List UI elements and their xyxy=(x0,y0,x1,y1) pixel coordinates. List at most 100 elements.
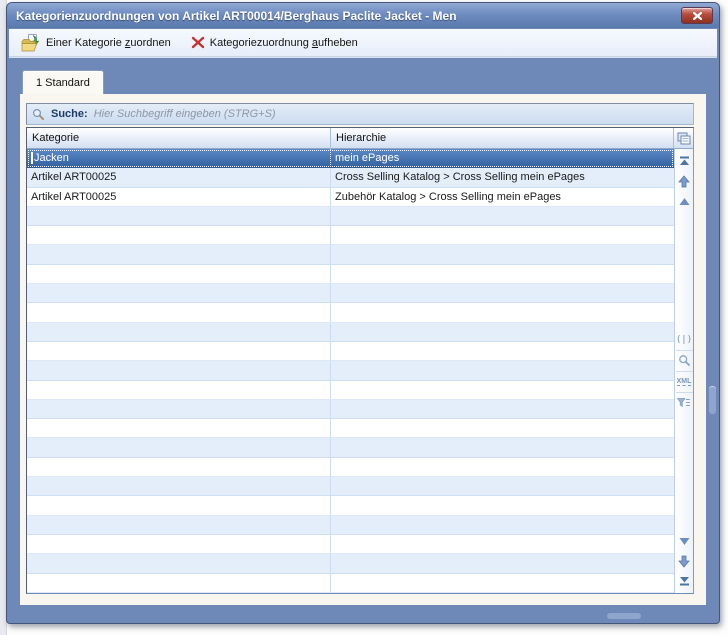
column-header-kategorie[interactable]: Kategorie xyxy=(27,128,331,149)
xml-icon: XML xyxy=(677,378,692,386)
dialog-content: 1 Standard Suche: Hier Suchbegriff einge… xyxy=(7,57,719,623)
hierarchie-cell[interactable] xyxy=(331,458,674,476)
window-bottom-grip[interactable] xyxy=(607,613,641,619)
kategorie-cell[interactable] xyxy=(27,361,331,379)
table-row[interactable] xyxy=(27,438,674,457)
hierarchie-cell[interactable] xyxy=(331,554,674,572)
table-row[interactable] xyxy=(27,535,674,554)
search-placeholder: Hier Suchbegriff eingeben (STRG+S) xyxy=(94,108,276,120)
table-row[interactable] xyxy=(27,361,674,380)
close-button[interactable] xyxy=(681,7,713,24)
table-row[interactable] xyxy=(27,554,674,573)
table-row[interactable] xyxy=(27,516,674,535)
hierarchie-cell[interactable] xyxy=(331,419,674,437)
kategorie-cell[interactable] xyxy=(27,458,331,476)
assign-category-button[interactable]: Einer Kategorie zuordnen xyxy=(17,32,175,54)
kategorie-cell[interactable] xyxy=(27,245,331,263)
table-row[interactable] xyxy=(27,323,674,342)
kategorie-cell[interactable] xyxy=(27,342,331,360)
table-row[interactable] xyxy=(27,245,674,264)
scroll-down-arrow-button[interactable] xyxy=(676,551,693,571)
table-row[interactable] xyxy=(27,477,674,496)
search-bar[interactable]: Suche: Hier Suchbegriff eingeben (STRG+S… xyxy=(26,103,694,125)
hierarchie-cell[interactable] xyxy=(331,477,674,495)
kategorie-cell[interactable]: Jacken xyxy=(27,149,331,167)
column-chooser-button[interactable] xyxy=(674,128,693,149)
table-row[interactable] xyxy=(27,226,674,245)
hierarchie-cell[interactable] xyxy=(331,226,674,244)
search-label: Suche: xyxy=(51,108,88,120)
kategorie-cell[interactable] xyxy=(27,381,331,399)
table-row[interactable] xyxy=(27,419,674,438)
kategorie-cell[interactable] xyxy=(27,323,331,341)
group-indicator-button[interactable]: (|) xyxy=(676,330,693,350)
kategorie-cell[interactable] xyxy=(27,516,331,534)
column-header-hierarchie[interactable]: Hierarchie xyxy=(331,128,674,149)
table-row[interactable]: Jackenmein ePages xyxy=(27,149,674,168)
scroll-down-arrow-icon xyxy=(678,555,690,568)
hierarchie-cell[interactable] xyxy=(331,438,674,456)
remove-x-icon xyxy=(191,36,205,49)
kategorie-cell[interactable] xyxy=(27,226,331,244)
kategorie-cell[interactable] xyxy=(27,207,331,225)
table-row[interactable] xyxy=(27,303,674,322)
kategorie-cell[interactable] xyxy=(27,265,331,283)
xml-button[interactable]: XML xyxy=(676,371,693,392)
kategorie-cell[interactable] xyxy=(27,303,331,321)
hierarchie-cell[interactable] xyxy=(331,535,674,553)
kategorie-cell[interactable] xyxy=(27,400,331,418)
hierarchie-cell[interactable]: Cross Selling Katalog > Cross Selling me… xyxy=(331,168,674,186)
table-row[interactable]: Artikel ART00025Cross Selling Katalog > … xyxy=(27,168,674,187)
table-row[interactable] xyxy=(27,265,674,284)
hierarchie-cell[interactable] xyxy=(331,323,674,341)
window-side-grip[interactable] xyxy=(709,386,716,414)
hierarchie-cell[interactable] xyxy=(331,284,674,302)
kategorie-cell[interactable] xyxy=(27,419,331,437)
kategorie-cell[interactable]: Artikel ART00025 xyxy=(27,168,331,186)
table-row[interactable] xyxy=(27,458,674,477)
table-row[interactable]: Artikel ART00025Zubehör Katalog > Cross … xyxy=(27,188,674,207)
hierarchie-cell[interactable] xyxy=(331,265,674,283)
hierarchie-cell[interactable] xyxy=(331,361,674,379)
hierarchie-cell[interactable] xyxy=(331,245,674,263)
hierarchie-cell[interactable]: Zubehör Katalog > Cross Selling mein ePa… xyxy=(331,188,674,206)
kategorie-cell[interactable]: Artikel ART00025 xyxy=(27,188,331,206)
remove-assignment-button[interactable]: Kategoriezuordnung aufheben xyxy=(187,34,362,51)
hierarchie-cell[interactable] xyxy=(331,574,674,592)
kategorie-cell[interactable] xyxy=(27,574,331,592)
table-row[interactable] xyxy=(27,207,674,226)
table-row[interactable] xyxy=(27,342,674,361)
hierarchie-cell[interactable] xyxy=(331,516,674,534)
scroll-down-button[interactable] xyxy=(676,531,693,551)
category-grid: Kategorie Hierarchie xyxy=(26,127,694,594)
kategorie-cell[interactable] xyxy=(27,496,331,514)
hierarchie-cell[interactable] xyxy=(331,381,674,399)
kategorie-cell[interactable] xyxy=(27,535,331,553)
tab-label: 1 Standard xyxy=(36,77,90,89)
hierarchie-cell[interactable] xyxy=(331,303,674,321)
table-row[interactable] xyxy=(27,574,674,593)
table-row[interactable] xyxy=(27,381,674,400)
table-row[interactable] xyxy=(27,284,674,303)
kategorie-cell[interactable] xyxy=(27,284,331,302)
hierarchie-cell[interactable] xyxy=(331,496,674,514)
scroll-bottom-button[interactable] xyxy=(676,571,693,591)
hierarchie-cell[interactable]: mein ePages xyxy=(331,149,674,167)
filter-button[interactable] xyxy=(676,392,693,413)
kategorie-cell[interactable] xyxy=(27,477,331,495)
tab-standard[interactable]: 1 Standard xyxy=(22,70,104,94)
scroll-top-button[interactable] xyxy=(676,151,693,171)
filter-icon xyxy=(677,398,691,408)
kategorie-cell[interactable] xyxy=(27,554,331,572)
hierarchie-cell[interactable] xyxy=(331,207,674,225)
kategorie-cell[interactable] xyxy=(27,438,331,456)
scroll-up-button[interactable] xyxy=(676,191,693,211)
scroll-up-arrow-button[interactable] xyxy=(676,171,693,191)
table-row[interactable] xyxy=(27,400,674,419)
text-caret xyxy=(31,152,33,164)
zoom-button[interactable] xyxy=(676,350,693,371)
hierarchie-cell[interactable] xyxy=(331,342,674,360)
table-row[interactable] xyxy=(27,496,674,515)
grid-body: Jackenmein ePagesArtikel ART00025Cross S… xyxy=(27,149,693,593)
hierarchie-cell[interactable] xyxy=(331,400,674,418)
